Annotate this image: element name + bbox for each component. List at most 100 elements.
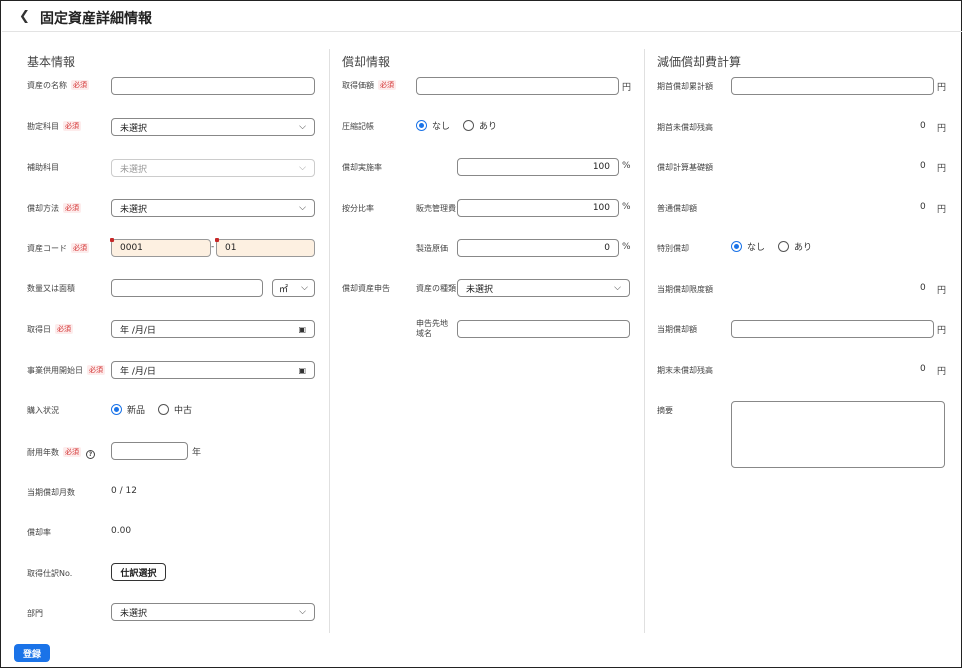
calc-base-label: 償却計算基礎額 — [657, 163, 713, 172]
required-badge: 必須 — [63, 121, 81, 131]
sga-input[interactable]: 100 — [457, 199, 619, 217]
rate-label: 償却率 — [27, 528, 51, 537]
account-label: 勘定科目 必須 — [27, 121, 81, 131]
yen-unit: 円 — [937, 124, 947, 134]
yen-unit: 円 — [937, 326, 947, 336]
chevron-left-icon[interactable]: ❮ — [19, 9, 30, 24]
asset-code-label: 資産コード 必須 — [27, 243, 89, 253]
sub-account-select: 未選択 ⌵ — [111, 159, 315, 177]
current-depreciation-input[interactable] — [731, 320, 934, 338]
purchase-status-label: 購入状況 — [27, 406, 59, 415]
region-input[interactable] — [457, 320, 630, 338]
required-badge: 必須 — [63, 203, 81, 213]
closing-unamortized-value: 0 — [920, 364, 926, 374]
depreciation-method-value: 未選択 — [120, 204, 148, 215]
department-select[interactable]: 未選択 ⌵ — [111, 603, 315, 621]
percent-unit: % — [622, 242, 631, 252]
yen-unit: 円 — [937, 367, 947, 377]
compression-none-radio[interactable]: なし — [416, 119, 450, 132]
useful-life-unit: 年 — [192, 448, 202, 458]
account-select[interactable]: 未選択 ⌵ — [111, 118, 315, 136]
region-label: 申告先地域名 — [416, 319, 448, 338]
error-marker — [110, 238, 114, 242]
required-badge: 必須 — [71, 243, 89, 253]
radio-checked-icon — [416, 120, 427, 131]
column-divider — [329, 49, 330, 633]
special-depreciation-label: 特別償却 — [657, 244, 689, 253]
quantity-input[interactable] — [111, 279, 263, 297]
basic-info-title: 基本情報 — [27, 55, 76, 69]
yen-unit: 円 — [937, 83, 947, 93]
normal-depreciation-value: 0 — [920, 202, 926, 212]
current-depreciation-label: 当期償却額 — [657, 325, 697, 334]
sub-account-select-value: 未選択 — [120, 164, 148, 175]
limit-value: 0 — [920, 283, 926, 293]
in-service-date-input[interactable]: 年 /月/日 ▣ — [111, 361, 315, 379]
months-label: 当期償却月数 — [27, 488, 75, 497]
depreciation-calc-title: 減価償却費計算 — [657, 55, 742, 69]
acquired-date-input[interactable]: 年 /月/日 ▣ — [111, 320, 315, 338]
error-marker — [215, 238, 219, 242]
useful-life-label: 耐用年数 必須? — [27, 447, 95, 459]
required-badge: 必須 — [63, 447, 81, 457]
department-label: 部門 — [27, 609, 43, 618]
chevron-down-icon: ⌵ — [614, 283, 621, 293]
memo-textarea[interactable] — [731, 401, 945, 468]
useful-life-input[interactable] — [111, 442, 188, 460]
chevron-down-icon: ⌵ — [301, 283, 308, 293]
page-header: ❮ 固定資産詳細情報 — [2, 2, 962, 32]
journal-label: 取得仕訳No. — [27, 569, 73, 578]
manufacturing-cost-label: 製造原価 — [416, 244, 448, 253]
asset-code-input-2[interactable]: 01 — [215, 238, 315, 257]
tax-report-label: 償却資産申告 — [342, 284, 390, 293]
required-badge: 必須 — [71, 80, 89, 90]
yen-unit: 円 — [937, 164, 947, 174]
calendar-icon[interactable]: ▣ — [298, 366, 306, 375]
months-value: 0 / 12 — [111, 486, 137, 496]
asset-code-input-1[interactable]: 0001 — [110, 238, 211, 257]
percent-unit: % — [622, 161, 631, 171]
calendar-icon[interactable]: ▣ — [298, 325, 306, 334]
opening-accumulated-input[interactable] — [731, 77, 934, 95]
limit-label: 当期償却限度額 — [657, 285, 713, 294]
yen-unit: 円 — [937, 286, 947, 296]
quantity-label: 数量又は面積 — [27, 284, 75, 293]
manufacturing-cost-input[interactable]: 0 — [457, 239, 619, 257]
radio-checked-icon — [731, 241, 742, 252]
app-frame: ❮ 固定資産詳細情報 基本情報 資産の名称 必須 勘定科目 必須 未選択 ⌵ 補助科目… — [0, 0, 962, 668]
asset-kind-select[interactable]: 未選択 ⌵ — [457, 279, 630, 297]
opening-unamortized-value: 0 — [920, 121, 926, 131]
percent-unit: % — [622, 202, 631, 212]
purchase-used-radio[interactable]: 中古 — [158, 403, 192, 416]
opening-accumulated-label: 期首償却累計額 — [657, 82, 713, 91]
sga-label: 販売管理費 — [416, 204, 456, 213]
memo-label: 摘要 — [657, 406, 673, 415]
acquisition-cost-input[interactable] — [416, 77, 619, 95]
calc-base-value: 0 — [920, 161, 926, 171]
depreciation-method-select[interactable]: 未選択 ⌵ — [111, 199, 315, 217]
journal-select-button[interactable]: 仕訳選択 — [111, 563, 166, 581]
asset-name-label: 資産の名称 必須 — [27, 80, 89, 90]
chevron-down-icon: ⌵ — [299, 163, 306, 173]
special-none-radio[interactable]: なし — [731, 240, 765, 253]
help-icon[interactable]: ? — [86, 450, 95, 459]
compression-yes-radio[interactable]: あり — [463, 119, 497, 132]
depreciation-method-label: 償却方法 必須 — [27, 203, 81, 213]
page-title: 固定資産詳細情報 — [40, 11, 152, 27]
radio-checked-icon — [111, 404, 122, 415]
asset-code-separator: - — [211, 242, 215, 252]
compression-label: 圧縮記帳 — [342, 122, 374, 131]
register-button[interactable]: 登録 — [14, 644, 50, 662]
yen-unit: 円 — [622, 83, 632, 93]
allocation-ratio-label: 按分比率 — [342, 204, 374, 213]
implementation-rate-input[interactable]: 100 — [457, 158, 619, 176]
yen-unit: 円 — [937, 205, 947, 215]
asset-name-input[interactable] — [111, 77, 315, 95]
depreciation-info-title: 償却情報 — [342, 55, 391, 69]
chevron-down-icon: ⌵ — [299, 607, 306, 617]
purchase-new-radio[interactable]: 新品 — [111, 403, 145, 416]
column-divider — [644, 49, 645, 633]
special-yes-radio[interactable]: あり — [778, 240, 812, 253]
quantity-unit-select[interactable]: ㎡ ⌵ — [272, 279, 315, 297]
radio-unchecked-icon — [463, 120, 474, 131]
